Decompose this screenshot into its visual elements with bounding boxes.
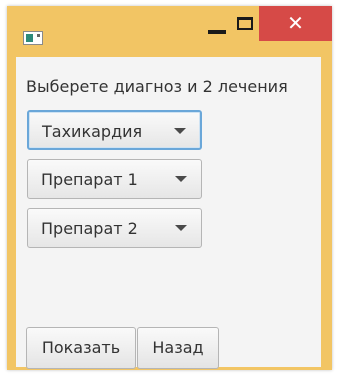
app-icon-block [26, 34, 33, 42]
back-button[interactable]: Назад [137, 327, 219, 369]
close-button[interactable]: ✕ [259, 6, 332, 41]
chevron-down-icon [174, 128, 186, 134]
treatment1-value: Препарат 1 [41, 170, 138, 189]
chevron-down-icon [175, 176, 187, 182]
maximize-icon [237, 17, 253, 30]
treatment2-combobox[interactable]: Препарат 2 [27, 208, 202, 248]
client-area: Выберете диагноз и 2 лечения Тахикардия … [16, 57, 321, 369]
app-window: ✕ Выберете диагноз и 2 лечения Тахикарди… [7, 6, 332, 370]
treatment1-combobox[interactable]: Препарат 1 [27, 159, 202, 199]
close-icon: ✕ [287, 11, 304, 35]
app-icon-dot [37, 34, 40, 37]
prompt-label: Выберете диагноз и 2 лечения [26, 77, 288, 96]
diagnosis-combobox[interactable]: Тахикардия [27, 110, 202, 150]
treatment2-value: Препарат 2 [41, 219, 138, 238]
diagnosis-value: Тахикардия [42, 122, 143, 141]
show-button[interactable]: Показать [26, 327, 136, 369]
minimize-icon [208, 30, 226, 34]
app-icon[interactable] [23, 31, 43, 45]
chevron-down-icon [175, 225, 187, 231]
title-bar[interactable]: ✕ [7, 6, 332, 57]
